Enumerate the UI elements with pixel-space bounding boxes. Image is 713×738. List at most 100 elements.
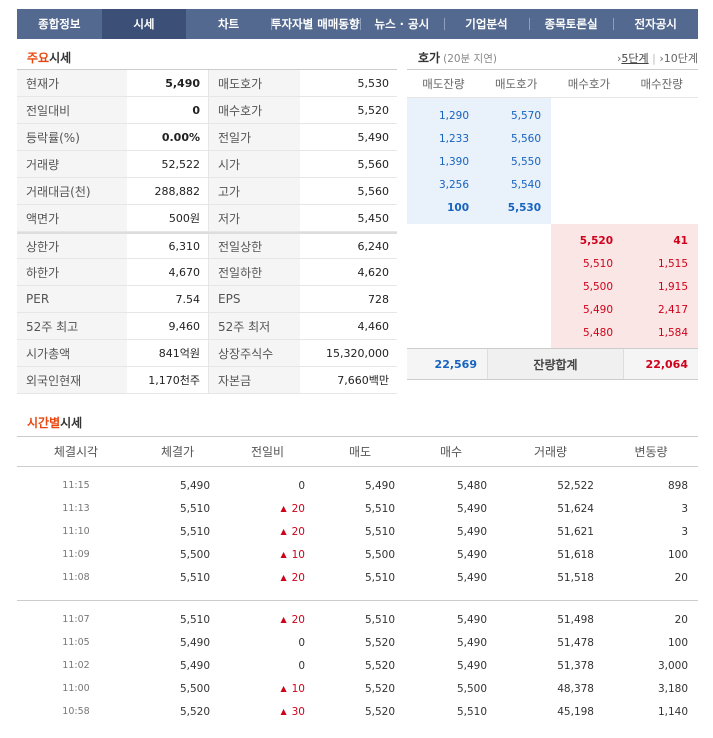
info-label: 매수호가 [208, 97, 300, 123]
cell-volume: 45,198 [557, 705, 594, 718]
info-label: 전일가 [208, 124, 300, 150]
cell-ask: 5,490 [364, 479, 395, 492]
cell-time: 11:09 [62, 549, 90, 560]
delay-note: (20분 지연) [443, 53, 497, 65]
cell-price: 5,490 [179, 659, 210, 672]
tab-investor-trends[interactable]: 투자자별 매매동향 [270, 9, 360, 39]
info-label: 상장주식수 [208, 340, 300, 366]
ask-qty: 1,290 [438, 109, 469, 122]
cell-price: 5,510 [179, 571, 210, 584]
tab-overview[interactable]: 종합정보 [17, 9, 102, 39]
separator: | [652, 52, 656, 65]
up-triangle-icon: ▲ [280, 573, 287, 582]
info-label: 자본금 [208, 367, 300, 393]
main-quote-title: 주요시세 [27, 49, 71, 66]
bid-price[interactable]: 5,520 [551, 229, 623, 252]
ask-qty: 1,390 [438, 155, 469, 168]
col-time: 체결시각 [53, 445, 99, 459]
ask-price[interactable]: 5,560 [479, 127, 551, 150]
info-row: 거래대금(천) 288,882 고가 5,560 [17, 178, 397, 205]
cell-volume-change: 100 [667, 548, 688, 561]
ask-row: 100 5,530 [407, 196, 698, 219]
col-bid-qty: 매수잔량 [640, 76, 683, 91]
info-row: 외국인현재 1,170천주 자본금 7,660백만 [17, 367, 397, 394]
ask-price[interactable]: 5,550 [479, 150, 551, 173]
cell-volume: 51,624 [557, 502, 594, 515]
cell-time: 11:10 [62, 526, 90, 537]
cell-time: 11:02 [62, 660, 90, 671]
col-bid: 매수 [439, 445, 463, 459]
title-highlight: 시간별 [27, 416, 61, 430]
up-triangle-icon: ▲ [280, 550, 287, 559]
bid-qty: 41 [673, 234, 688, 247]
cell-bid: 5,500 [456, 682, 487, 695]
col-volume: 거래량 [533, 445, 568, 459]
total-bid-qty: 22,064 [645, 357, 688, 371]
cell-bid: 5,490 [456, 659, 487, 672]
info-value: 15,320,000 [326, 346, 389, 360]
info-value: 500원 [168, 212, 200, 225]
tab-chart[interactable]: 차트 [186, 9, 271, 39]
info-label: 고가 [208, 178, 300, 204]
orderbook-header: 매도잔량 매도호가 매수호가 매수잔량 [407, 70, 698, 98]
cell-volume: 51,618 [557, 548, 594, 561]
info-row: 거래량 52,522 시가 5,560 [17, 151, 397, 178]
cell-volume: 48,378 [557, 682, 594, 695]
ask-qty: 100 [447, 201, 469, 214]
info-value: 7,660백만 [337, 374, 389, 387]
bid-price[interactable]: 5,500 [551, 275, 623, 298]
tab-news[interactable]: 뉴스 · 공시 [359, 9, 445, 39]
cell-volume: 51,498 [557, 613, 594, 626]
info-value: 5,490 [357, 130, 390, 144]
cell-volume-change: 3,180 [657, 682, 688, 695]
cell-change: 10 [291, 682, 305, 695]
info-label: 52주 최저 [208, 313, 300, 339]
cell-price: 5,520 [179, 705, 210, 718]
info-row: 등락률(%) 0.00% 전일가 5,490 [17, 124, 397, 151]
col-change: 전일비 [250, 445, 285, 459]
ask-price[interactable]: 5,540 [479, 173, 551, 196]
depth-10-link[interactable]: 10단계 [664, 52, 698, 65]
ask-row: 3,256 5,540 [407, 173, 698, 196]
info-row: 전일대비 0 매수호가 5,520 [17, 97, 397, 124]
info-value: 5,450 [357, 211, 390, 225]
info-label: 시가총액 [17, 340, 127, 366]
cell-bid: 5,480 [456, 479, 487, 492]
info-row: 하한가 4,670 전일하한 4,620 [17, 259, 397, 286]
cell-price: 5,500 [179, 682, 210, 695]
info-label: 상한가 [17, 234, 127, 258]
bid-row: 5,500 1,915 [407, 275, 698, 298]
tab-disclosure[interactable]: 전자공시 [613, 9, 698, 39]
col-ask-qty: 매도잔량 [422, 76, 465, 91]
bid-price[interactable]: 5,510 [551, 252, 623, 275]
cell-time: 11:07 [62, 614, 90, 625]
table-row: 11:10 5,510 ▲ 20 5,510 5,490 51,621 3 [17, 520, 698, 543]
cell-change: 20 [291, 613, 305, 626]
table-row: 11:05 5,490 0 5,520 5,490 51,478 100 [17, 631, 698, 654]
ask-price[interactable]: 5,570 [479, 104, 551, 127]
cell-time: 11:13 [62, 503, 90, 514]
bid-price[interactable]: 5,490 [551, 298, 623, 321]
info-value: 5,520 [357, 103, 390, 117]
tab-discussion[interactable]: 종목토론실 [528, 9, 614, 39]
ask-row: 1,233 5,560 [407, 127, 698, 150]
tab-quotes[interactable]: 시세 [101, 9, 187, 39]
col-volume-change: 변동량 [634, 445, 668, 459]
cell-volume: 52,522 [557, 479, 594, 492]
title-highlight: 주요 [27, 51, 50, 65]
cell-volume-change: 20 [674, 613, 688, 626]
info-row: 상한가 6,310 전일상한 6,240 [17, 232, 397, 259]
cell-ask: 5,510 [364, 502, 395, 515]
cell-bid: 5,490 [456, 548, 487, 561]
bid-price[interactable]: 5,480 [551, 321, 623, 344]
info-value: 0 [192, 103, 200, 117]
depth-5-link[interactable]: 5단계 [621, 52, 648, 65]
cell-ask: 5,510 [364, 571, 395, 584]
bid-qty: 1,515 [657, 257, 688, 270]
time-row-group: 11:15 5,490 0 5,490 5,480 52,522 898 11:13 5,510… [17, 467, 698, 596]
ask-price[interactable]: 5,530 [479, 196, 551, 219]
info-label: 전일상한 [208, 234, 300, 258]
info-value: 728 [368, 292, 389, 306]
tab-company-analysis[interactable]: 기업분석 [444, 9, 529, 39]
cell-ask: 5,500 [364, 548, 395, 561]
